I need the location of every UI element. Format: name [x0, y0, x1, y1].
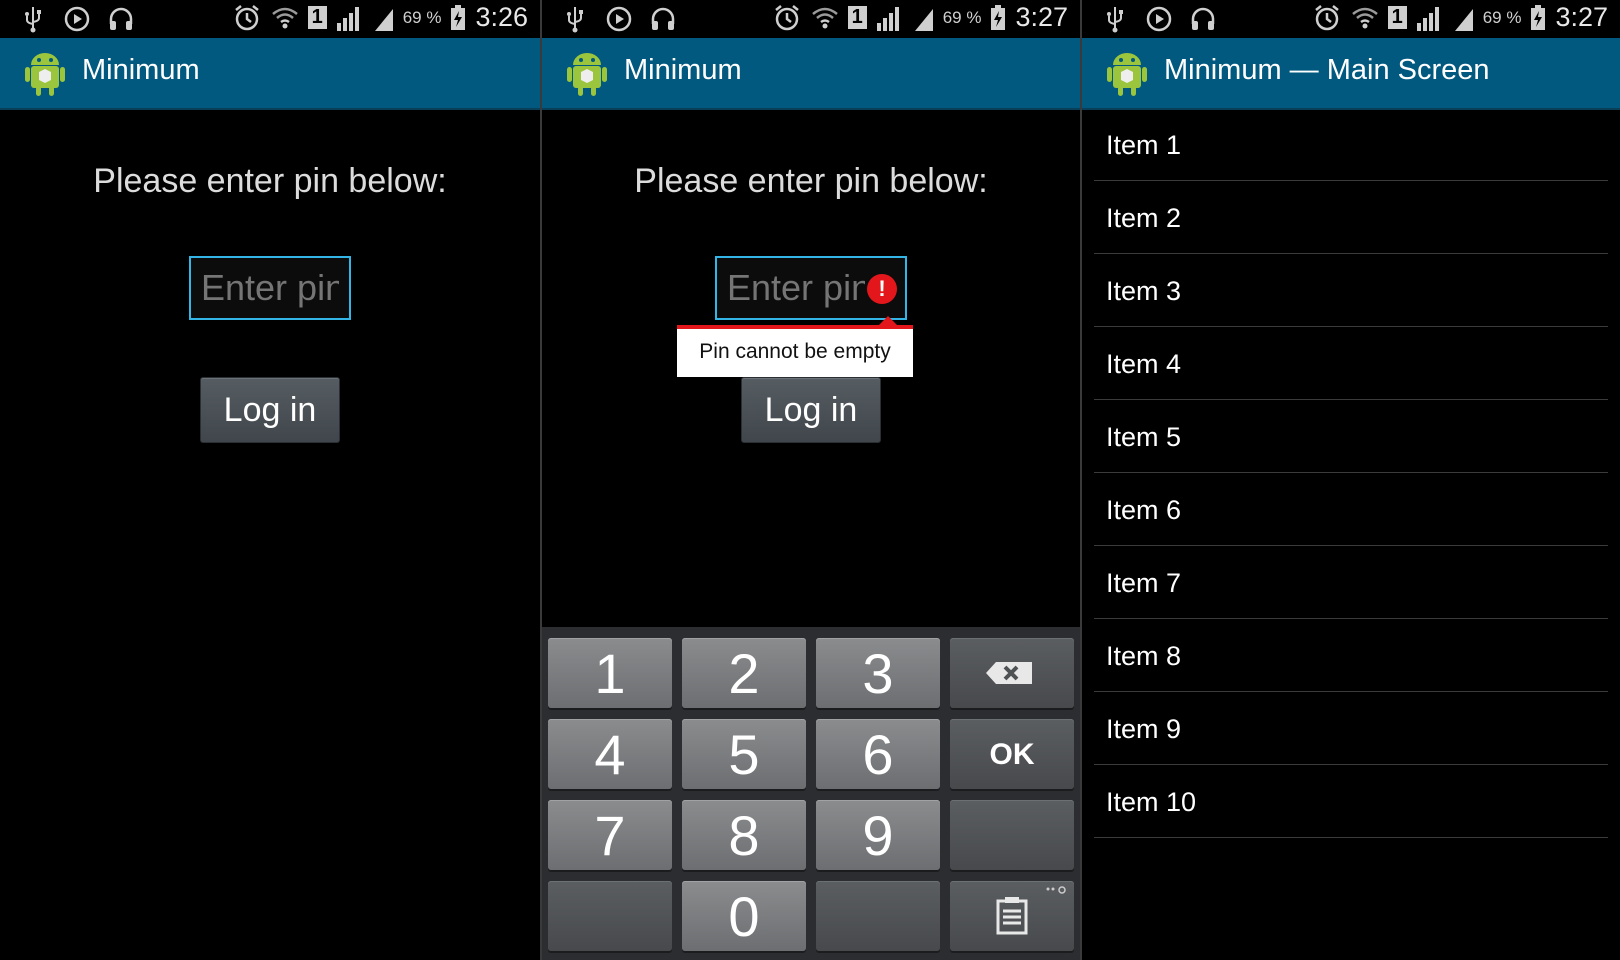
list-item[interactable]: Item 1	[1094, 108, 1608, 181]
ok-key[interactable]: OK	[950, 719, 1074, 789]
key-8[interactable]: 8	[682, 800, 806, 870]
battery-charging-icon	[1531, 4, 1546, 30]
error-popup: Pin cannot be empty	[677, 325, 913, 377]
login-button[interactable]: Log in	[741, 377, 881, 443]
item-list: Item 1 Item 2 Item 3 Item 4 Item 5 Item …	[1094, 108, 1608, 838]
list-item-label: Item 4	[1106, 349, 1182, 379]
clock: 3:27	[1555, 2, 1608, 32]
app-title: Minimum	[624, 54, 742, 86]
signal-secondary-icon	[914, 8, 933, 31]
list-item-label: Item 6	[1106, 495, 1182, 525]
error-icon: !	[867, 274, 897, 304]
list-item[interactable]: Item 8	[1094, 619, 1608, 692]
signal-secondary-icon	[374, 8, 393, 31]
key-0[interactable]: 0	[682, 881, 806, 951]
key-7[interactable]: 7	[548, 800, 672, 870]
status-bar: 1 69 % 3:26	[0, 0, 540, 38]
signal-icon	[336, 6, 359, 31]
pin-input[interactable]	[189, 256, 351, 320]
status-bar: 1 69 % 3:27	[542, 0, 1080, 38]
list-item-label: Item 5	[1106, 422, 1182, 452]
blank-key[interactable]	[950, 800, 1074, 870]
play-icon	[606, 6, 632, 32]
sim-indicator: 1	[1387, 6, 1407, 29]
key-9[interactable]: 9	[816, 800, 940, 870]
key-4[interactable]: 4	[548, 719, 672, 789]
list-item[interactable]: Item 4	[1094, 327, 1608, 400]
usb-icon	[567, 7, 583, 33]
list-item-label: Item 2	[1106, 203, 1182, 233]
list-item[interactable]: Item 10	[1094, 765, 1608, 838]
action-bar: Minimum	[0, 38, 540, 110]
action-bar: Minimum	[542, 38, 1080, 110]
alarm-icon	[774, 4, 799, 30]
sim-indicator: 1	[307, 6, 327, 29]
battery-percent: 69 %	[942, 7, 982, 27]
app-title: Minimum — Main Screen	[1164, 54, 1490, 86]
pin-prompt: Please enter pin below:	[93, 162, 447, 200]
signal-icon	[1416, 6, 1439, 31]
blank-key[interactable]	[548, 881, 672, 951]
numeric-keypad: 1 2 3 4 5 6 OK 7 8 9 0	[542, 627, 1080, 960]
app-title: Minimum	[82, 54, 200, 86]
usb-icon	[25, 7, 41, 33]
list-item[interactable]: Item 3	[1094, 254, 1608, 327]
wifi-icon	[271, 7, 298, 28]
list-item[interactable]: Item 2	[1094, 181, 1608, 254]
list-item[interactable]: Item 6	[1094, 473, 1608, 546]
list-item-label: Item 1	[1106, 130, 1182, 160]
headphones-icon	[1191, 7, 1215, 30]
wifi-icon	[1351, 7, 1378, 28]
battery-charging-icon	[991, 4, 1006, 30]
battery-charging-icon	[451, 4, 466, 30]
key-3[interactable]: 3	[816, 638, 940, 708]
list-item[interactable]: Item 7	[1094, 546, 1608, 619]
signal-icon	[876, 6, 899, 31]
android-app-icon[interactable]	[1104, 50, 1150, 98]
clock: 3:27	[1015, 2, 1068, 32]
clipboard-icon	[996, 886, 1066, 935]
blank-key[interactable]	[816, 881, 940, 951]
headphones-icon	[651, 7, 675, 30]
android-app-icon[interactable]	[564, 50, 610, 98]
list-item-label: Item 8	[1106, 641, 1182, 671]
pin-prompt: Please enter pin below:	[634, 162, 988, 200]
key-2[interactable]: 2	[682, 638, 806, 708]
clock: 3:26	[475, 2, 528, 32]
action-bar: Minimum — Main Screen	[1082, 38, 1620, 110]
play-icon	[1146, 6, 1172, 32]
usb-icon	[1107, 7, 1123, 33]
list-item-label: Item 10	[1106, 787, 1197, 817]
battery-percent: 69 %	[402, 7, 442, 27]
signal-secondary-icon	[1454, 8, 1473, 31]
android-app-icon[interactable]	[22, 50, 68, 98]
login-button[interactable]: Log in	[200, 377, 340, 443]
list-item-label: Item 7	[1106, 568, 1182, 598]
wifi-icon	[811, 7, 838, 28]
list-item[interactable]: Item 9	[1094, 692, 1608, 765]
backspace-icon	[986, 662, 1032, 684]
status-bar: 1 69 % 3:27	[1082, 0, 1620, 38]
list-item-label: Item 3	[1106, 276, 1182, 306]
list-item[interactable]: Item 5	[1094, 400, 1608, 473]
battery-percent: 69 %	[1482, 7, 1522, 27]
login-error-screen: 1 69 % 3:27 Minimum Please enter pin bel…	[542, 0, 1080, 960]
sim-indicator: 1	[847, 6, 867, 29]
clipboard-key[interactable]	[950, 881, 1074, 951]
key-1[interactable]: 1	[548, 638, 672, 708]
login-screen: 1 69 % 3:26 Minimum Please enter pin bel…	[0, 0, 540, 960]
alarm-icon	[234, 4, 259, 30]
screens-container: 1 69 % 3:26 Minimum Please enter pin bel…	[0, 0, 1620, 960]
headphones-icon	[109, 7, 133, 30]
key-5[interactable]: 5	[682, 719, 806, 789]
play-icon	[64, 6, 90, 32]
backspace-key[interactable]	[950, 638, 1074, 708]
key-6[interactable]: 6	[816, 719, 940, 789]
list-item-label: Item 9	[1106, 714, 1182, 744]
main-screen: 1 69 % 3:27 Minimum — Main Screen Item 1…	[1082, 0, 1620, 960]
alarm-icon	[1314, 4, 1339, 30]
